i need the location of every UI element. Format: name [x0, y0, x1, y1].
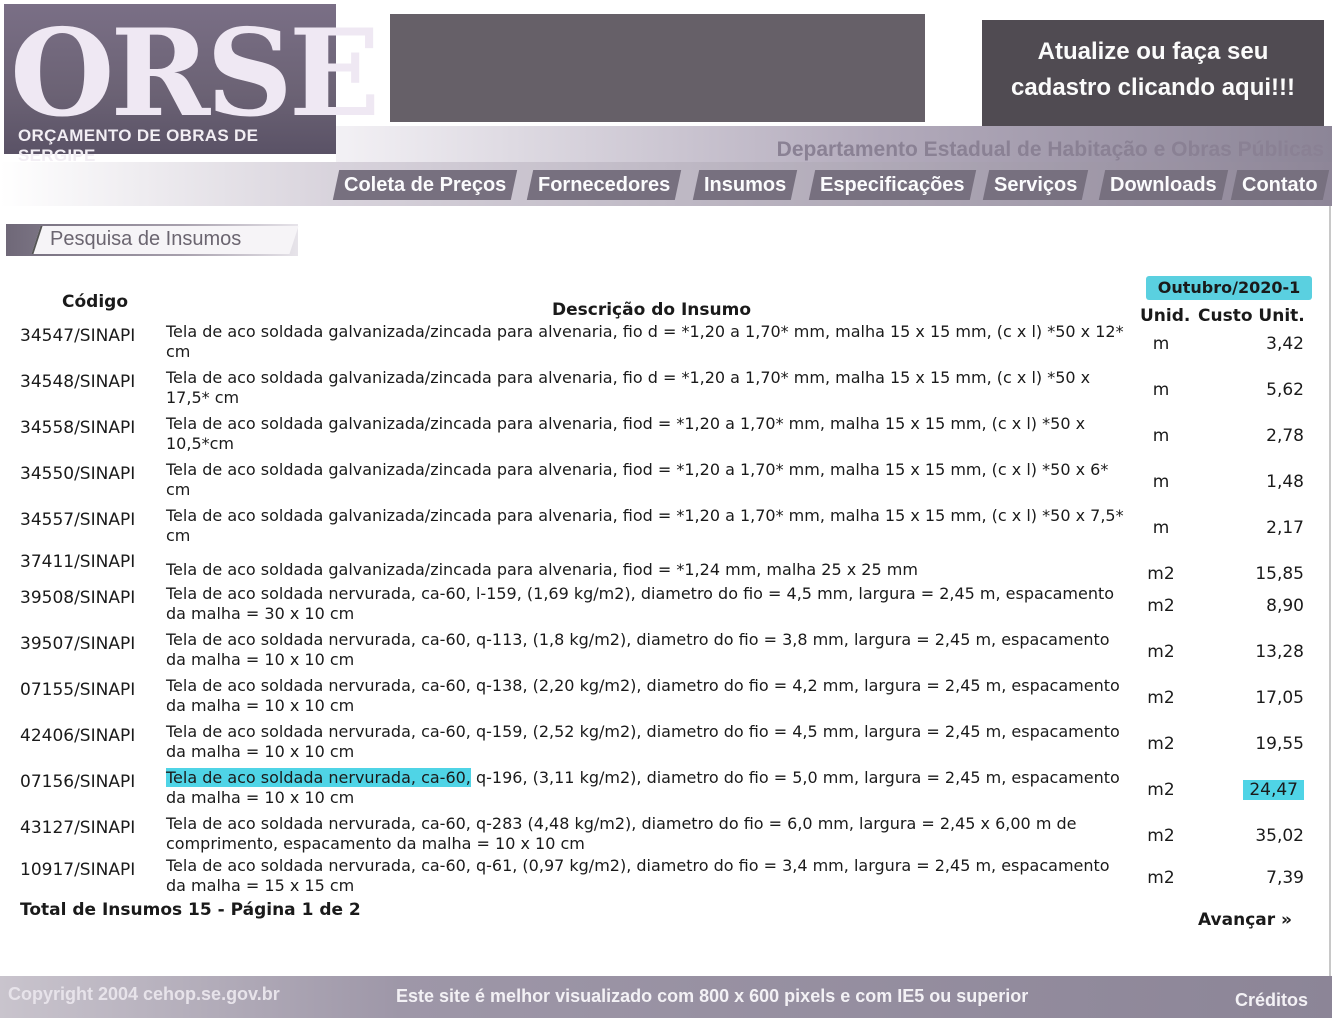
footer-bar: Copyright 2004 cehop.se.gov.br Este site…: [0, 976, 1332, 1018]
row-code: 07156/SINAPI: [20, 772, 136, 792]
row-code: 34558/SINAPI: [20, 418, 136, 438]
row-code: 34550/SINAPI: [20, 464, 136, 484]
nav-fornecedores[interactable]: Fornecedores: [526, 170, 682, 200]
row-unit: m2: [1147, 780, 1175, 800]
row-unit: m: [1152, 472, 1170, 492]
row-cost: 5,62: [1266, 380, 1304, 400]
table-row-highlighted: 07156/SINAPI Tela de aco soldada nervura…: [0, 768, 1332, 814]
row-unit: m2: [1147, 734, 1175, 754]
department-name: Departamento Estadual de Habitação e Obr…: [776, 138, 1324, 161]
table-row: 34558/SINAPI Tela de aco soldada galvani…: [0, 414, 1332, 460]
table-row: 34557/SINAPI Tela de aco soldada galvani…: [0, 506, 1332, 552]
column-header-description: Descrição do Insumo: [552, 300, 752, 320]
row-cost: 2,17: [1266, 518, 1304, 538]
next-page-link[interactable]: Avançar »: [1198, 910, 1292, 930]
row-cost: 7,39: [1266, 868, 1304, 888]
row-cost: 13,28: [1255, 642, 1304, 662]
row-description: Tela de aco soldada galvanizada/zincada …: [166, 322, 1124, 361]
period-label: Outubro/2020-1: [1146, 276, 1312, 300]
credits-link[interactable]: Créditos: [1235, 990, 1308, 1011]
highlighted-cost: 24,47: [1243, 780, 1304, 800]
cadastro-button[interactable]: Atualize ou faça seu cadastro clicando a…: [982, 20, 1324, 126]
row-cost: 17,05: [1255, 688, 1304, 708]
row-description: Tela de aco soldada galvanizada/zincada …: [166, 460, 1109, 499]
row-description: Tela de aco soldada galvanizada/zincada …: [166, 368, 1091, 407]
row-unit: m: [1152, 426, 1170, 446]
table-row: 39508/SINAPI Tela de aco soldada nervura…: [0, 584, 1332, 630]
row-description: Tela de aco soldada nervurada, ca-60, q-…: [166, 722, 1120, 761]
row-code: 43127/SINAPI: [20, 818, 136, 838]
row-unit: m2: [1147, 868, 1175, 888]
row-description: Tela de aco soldada nervurada, ca-60, q-…: [166, 768, 1126, 808]
row-unit: m2: [1147, 564, 1175, 584]
table-row: 34548/SINAPI Tela de aco soldada galvani…: [0, 368, 1332, 414]
nav-especificacoes[interactable]: Especificações: [808, 170, 976, 200]
row-code: 39508/SINAPI: [20, 588, 136, 608]
row-description: Tela de aco soldada nervurada, ca-60, q-…: [166, 676, 1120, 715]
row-code: 07155/SINAPI: [20, 680, 136, 700]
banner-image: [390, 14, 925, 122]
row-cost: 35,02: [1255, 826, 1304, 846]
row-cost: 8,90: [1266, 596, 1304, 616]
row-cost: 2,78: [1266, 426, 1304, 446]
row-unit: m: [1152, 518, 1170, 538]
column-header-code: Código: [62, 292, 128, 312]
row-cost: 19,55: [1255, 734, 1304, 754]
nav-contato[interactable]: Contato: [1230, 170, 1329, 200]
row-cost: 3,42: [1266, 334, 1304, 354]
row-description: Tela de aco soldada galvanizada/zincada …: [166, 560, 918, 579]
cadastro-line-1: Atualize ou faça seu: [1037, 38, 1269, 65]
total-insumos: Total de Insumos 15 - Página 1 de 2: [20, 900, 361, 920]
row-unit: m2: [1147, 642, 1175, 662]
nav-downloads[interactable]: Downloads: [1098, 170, 1228, 200]
row-description: Tela de aco soldada nervurada, ca-60, q-…: [166, 814, 1077, 853]
row-description: Tela de aco soldada nervurada, ca-60, q-…: [166, 630, 1110, 669]
copyright-text: Copyright 2004 cehop.se.gov.br: [8, 984, 280, 1004]
row-code: 37411/SINAPI: [20, 552, 136, 572]
row-cost: 1,48: [1266, 472, 1304, 492]
row-cost-highlighted: 24,47: [1200, 780, 1304, 800]
highlighted-text: Tela de aco soldada nervurada, ca-60,: [166, 768, 471, 787]
table-row: 34547/SINAPI Tela de aco soldada galvani…: [0, 322, 1332, 368]
row-unit: m: [1152, 380, 1170, 400]
row-unit: m2: [1147, 826, 1175, 846]
nav-insumos[interactable]: Insumos: [692, 170, 798, 200]
nav-servicos[interactable]: Serviços: [982, 170, 1089, 200]
page-title: Pesquisa de Insumos: [50, 228, 242, 250]
row-code: 34548/SINAPI: [20, 372, 136, 392]
row-code: 42406/SINAPI: [20, 726, 136, 746]
row-unit: m: [1152, 334, 1170, 354]
main-nav: Coleta de Preços Fornecedores Insumos Es…: [0, 162, 1332, 206]
row-description: Tela de aco soldada nervurada, ca-60, l-…: [166, 584, 1115, 623]
table-row: 10917/SINAPI Tela de aco soldada nervura…: [0, 856, 1332, 902]
table-row: 34550/SINAPI Tela de aco soldada galvani…: [0, 460, 1332, 506]
table-row: 07155/SINAPI Tela de aco soldada nervura…: [0, 676, 1332, 722]
table-row: 39507/SINAPI Tela de aco soldada nervura…: [0, 630, 1332, 676]
logo-text: ORSE: [10, 3, 380, 144]
table-row: 37411/SINAPI Tela de aco soldada galvani…: [0, 552, 1332, 584]
row-description: Tela de aco soldada galvanizada/zincada …: [166, 414, 1086, 453]
row-unit: m2: [1147, 596, 1175, 616]
nav-coleta-de-precos[interactable]: Coleta de Preços: [332, 170, 518, 200]
row-code: 39507/SINAPI: [20, 634, 136, 654]
cadastro-line-2: cadastro clicando aqui!!!: [1010, 74, 1296, 101]
row-code: 10917/SINAPI: [20, 860, 136, 880]
row-code: 34557/SINAPI: [20, 510, 136, 530]
table-row: 42406/SINAPI Tela de aco soldada nervura…: [0, 722, 1332, 768]
table-row: 43127/SINAPI Tela de aco soldada nervura…: [0, 814, 1332, 860]
row-code: 34547/SINAPI: [20, 326, 136, 346]
logo-subtitle: ORÇAMENTO DE OBRAS DE SERGIPE: [18, 126, 259, 165]
best-view-notice: Este site é melhor visualizado com 800 x…: [396, 986, 1029, 1006]
row-unit: m2: [1147, 688, 1175, 708]
row-description: Tela de aco soldada galvanizada/zincada …: [166, 506, 1124, 545]
row-cost: 15,85: [1255, 564, 1304, 584]
site-logo[interactable]: ORSE ORÇAMENTO DE OBRAS DE SERGIPE: [4, 4, 380, 165]
row-description: Tela de aco soldada nervurada, ca-60, q-…: [166, 856, 1110, 895]
